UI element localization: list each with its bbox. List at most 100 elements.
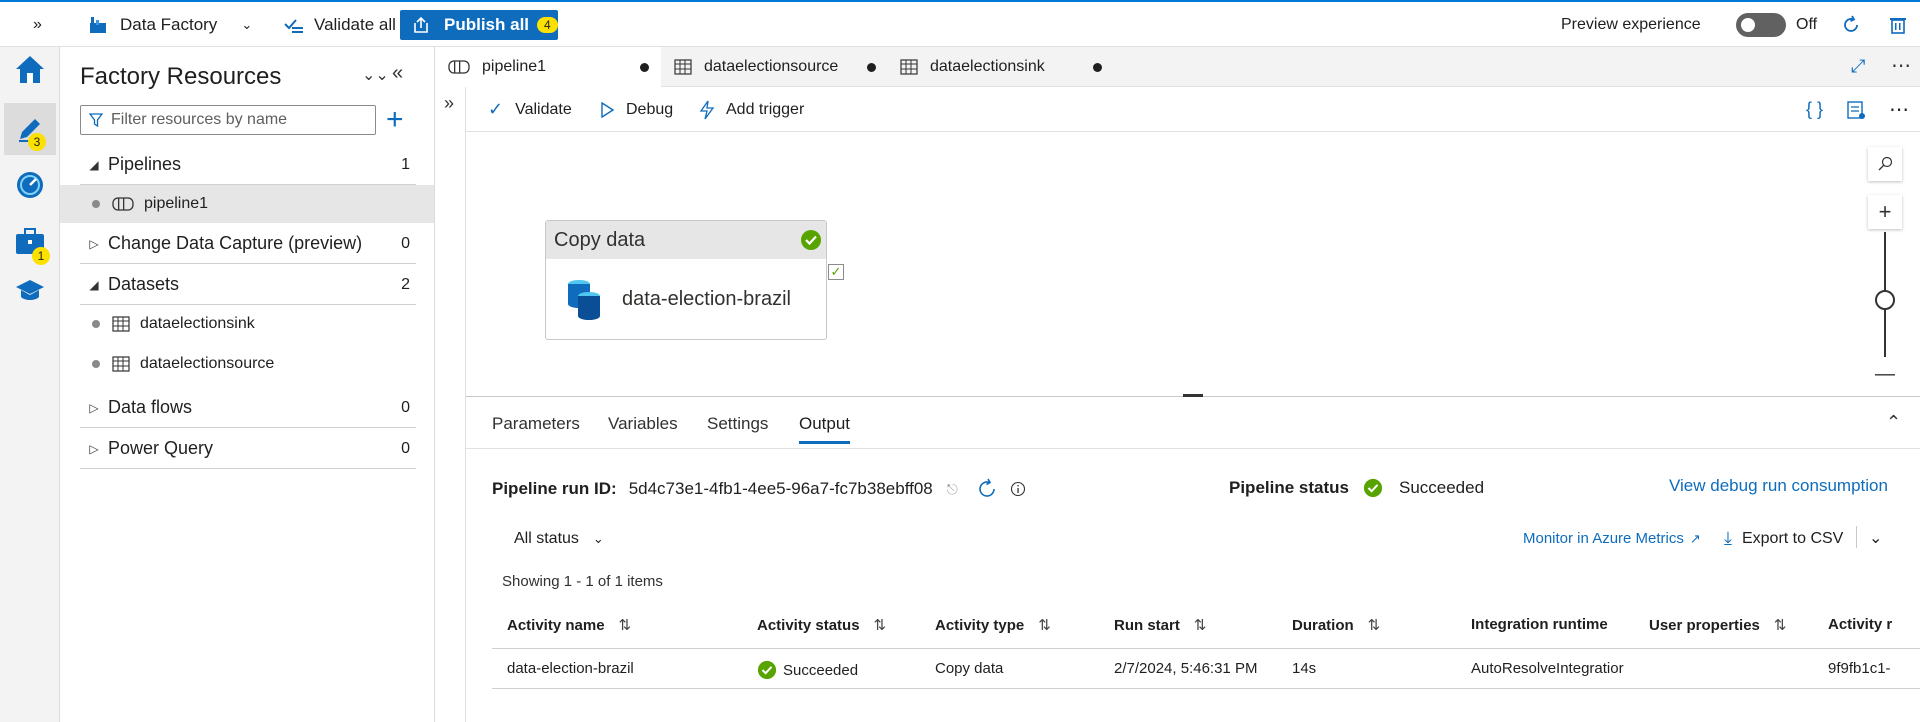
col-label: Activity status (757, 616, 860, 634)
zoom-in-icon[interactable]: + (1868, 195, 1902, 229)
monitor-link-label: Monitor in Azure Metrics (1523, 530, 1684, 547)
tree-group-datasets[interactable]: ◢ Datasets 2 (80, 265, 416, 305)
col-run-start[interactable]: Run start ⇅ (1114, 616, 1207, 635)
tab-variables[interactable]: Variables (608, 414, 678, 434)
monitor-icon[interactable] (8, 163, 52, 207)
validate-all-button[interactable]: Validate all (284, 2, 396, 47)
info-icon[interactable] (1010, 481, 1026, 497)
properties-icon[interactable] (1846, 87, 1866, 132)
factory-resources-panel: Factory Resources ⌄⌄ « Filter resources … (60, 47, 435, 722)
expand-menu-icon[interactable]: » (33, 2, 42, 47)
validate-button[interactable]: ✓ Validate (488, 87, 572, 132)
manage-icon[interactable]: 1 (8, 219, 52, 265)
tab-dataelectionsink[interactable]: dataelectionsink (888, 47, 1114, 87)
filter-resources-input[interactable]: Filter resources by name (80, 105, 376, 135)
tree-group-powerquery[interactable]: ▷ Power Query 0 (80, 429, 416, 469)
col-activity-name[interactable]: Activity name ⇅ (507, 616, 631, 635)
panel-title: Factory Resources (80, 63, 282, 90)
group-count: 0 (401, 398, 410, 416)
publish-count-badge: 4 (537, 17, 558, 33)
factory-icon (90, 16, 106, 33)
nav-rail: 3 1 (0, 47, 60, 722)
add-trigger-button[interactable]: Add trigger (698, 87, 804, 132)
collapse-all-icon[interactable]: ⌄⌄ (362, 65, 389, 85)
pipeline-canvas[interactable]: Copy data data-election-brazil ✓ + — (466, 132, 1920, 397)
author-icon[interactable]: 3 (4, 103, 56, 155)
refresh-icon[interactable] (976, 478, 998, 500)
cell-activity-name[interactable]: data-election-brazil (507, 660, 747, 677)
pipeline-icon (112, 197, 134, 211)
items-count: Showing 1 - 1 of 1 items (502, 573, 663, 590)
tab-settings[interactable]: Settings (707, 414, 768, 434)
resize-handle[interactable] (1183, 394, 1203, 397)
export-csv-button[interactable]: ⤓ Export to CSV (1724, 528, 1843, 549)
validate-label: Validate (515, 100, 572, 118)
tree-item-dataelectionsource[interactable]: dataelectionsource (80, 345, 416, 383)
group-label: Data flows (108, 397, 193, 417)
pipeline-status-row: Pipeline status Succeeded (1229, 478, 1484, 498)
hide-panel-icon[interactable]: « (392, 62, 403, 85)
validate-all-label: Validate all (314, 14, 396, 34)
preview-experience-label: Preview experience (1561, 15, 1701, 33)
refresh-icon[interactable] (1841, 2, 1861, 47)
expand-icon[interactable]: ⤢ (1851, 56, 1865, 77)
tree-group-cdc[interactable]: ▷ Change Data Capture (preview) 0 (80, 224, 416, 264)
tab-dataelectionsource[interactable]: dataelectionsource (662, 47, 888, 87)
code-icon[interactable]: { } (1806, 87, 1823, 132)
zoom-out-icon[interactable]: — (1868, 357, 1902, 391)
collapse-panel-icon[interactable]: ⌃ (1886, 412, 1901, 433)
chevron-down-icon: ⌄ (241, 16, 253, 32)
tab-pipeline1[interactable]: pipeline1 (436, 47, 661, 87)
chevron-down-icon[interactable]: ⌄ (1869, 528, 1882, 548)
copy-icon[interactable]: ⎋ (947, 481, 958, 498)
learning-center-icon[interactable] (8, 269, 52, 313)
factory-selector[interactable]: Data Factory ⌄ (88, 2, 252, 47)
monitor-azure-metrics-link[interactable]: Monitor in Azure Metrics ↗ (1523, 530, 1701, 547)
tree-item-pipeline1[interactable]: pipeline1 (60, 185, 434, 223)
status-filter-label: All status (514, 530, 579, 547)
publish-all-button[interactable]: Publish all 4 (400, 10, 558, 40)
run-id-value: 5d4c73e1-4fb1-4ee5-96a7-fc7b38ebff08 (628, 479, 933, 498)
zoom-slider-thumb[interactable] (1875, 290, 1895, 310)
tab-label: dataelectionsource (704, 58, 839, 75)
discard-icon[interactable] (1889, 2, 1907, 47)
caret-collapsed-icon: ▷ (89, 400, 99, 415)
col-activity-type[interactable]: Activity type ⇅ (935, 616, 1051, 635)
success-check-icon (1363, 478, 1383, 498)
col-duration[interactable]: Duration ⇅ (1292, 616, 1380, 635)
publish-all-label: Publish all (444, 15, 530, 34)
author-badge: 3 (28, 133, 46, 151)
home-icon[interactable] (8, 47, 52, 91)
col-label: User properties (1649, 616, 1760, 634)
output-panel: Parameters Variables Settings Output ⌃ P… (466, 398, 1920, 722)
tab-parameters[interactable]: Parameters (492, 414, 580, 434)
status-filter-dropdown[interactable]: All status ⌄ (514, 530, 604, 548)
tree-group-dataflows[interactable]: ▷ Data flows 0 (80, 388, 416, 428)
preview-toggle[interactable]: Off (1736, 2, 1817, 47)
toggle-switch[interactable] (1736, 12, 1786, 37)
success-output-connector[interactable]: ✓ (828, 264, 844, 280)
tree-item-dataelectionsink[interactable]: dataelectionsink (80, 305, 416, 343)
col-integration-runtime[interactable]: Integration runtime (1471, 616, 1608, 633)
tree-group-pipelines[interactable]: ◢ Pipelines 1 (80, 145, 416, 185)
view-debug-run-consumption-link[interactable]: View debug run consumption (1669, 476, 1888, 496)
col-user-properties[interactable]: User properties ⇅ (1649, 616, 1786, 635)
search-canvas-icon[interactable] (1868, 147, 1902, 181)
col-activity-status[interactable]: Activity status ⇅ (757, 616, 886, 635)
group-label: Datasets (108, 274, 180, 294)
col-activity-run-id[interactable]: Activity r (1828, 616, 1892, 633)
add-resource-icon[interactable]: + (386, 103, 404, 137)
item-label: pipeline1 (144, 195, 209, 212)
expand-panel-icon[interactable]: » (444, 93, 454, 114)
filter-placeholder: Filter resources by name (111, 111, 288, 128)
col-label: Run start (1114, 616, 1180, 634)
col-label: Activity type (935, 616, 1025, 634)
export-csv-label: Export to CSV (1741, 529, 1844, 547)
sort-icon: ⇅ (1193, 617, 1207, 634)
more-actions-icon[interactable]: ⋯ (1889, 87, 1909, 132)
more-options-icon[interactable]: ⋯ (1891, 53, 1911, 78)
cell-run-start: 2/7/2024, 5:46:31 PM (1114, 660, 1258, 677)
debug-button[interactable]: Debug (600, 87, 673, 132)
copy-data-activity[interactable]: Copy data data-election-brazil (545, 220, 827, 340)
tab-output[interactable]: Output (799, 414, 851, 444)
